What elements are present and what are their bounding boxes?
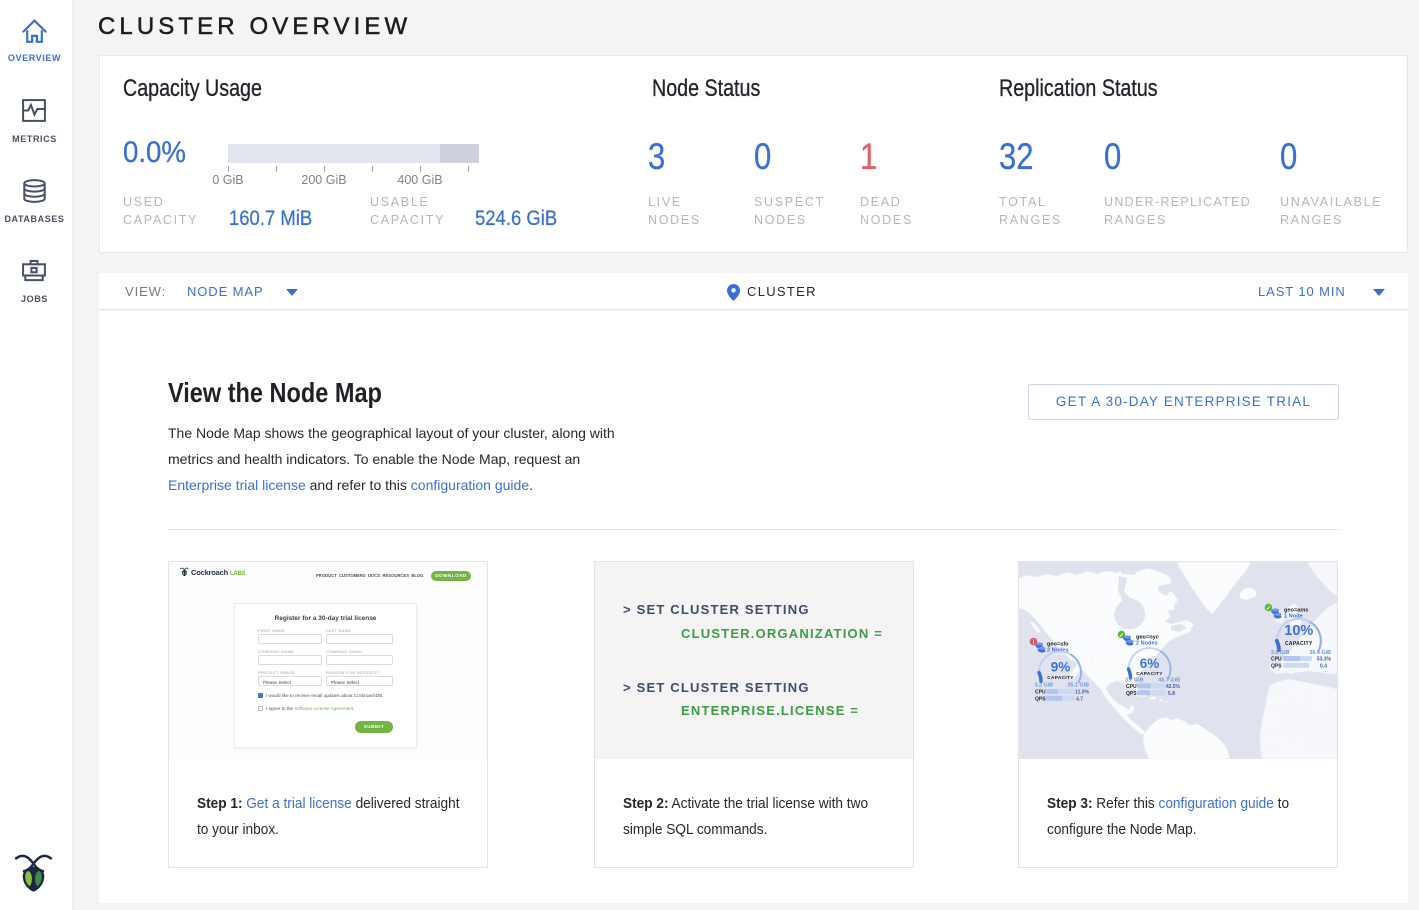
svg-text:10%: 10% [1284,623,1313,639]
svg-text:3.7 GiB: 3.7 GiB [1125,678,1144,684]
svg-text:0.4: 0.4 [1320,663,1327,669]
svg-text:CAPACITY: CAPACITY [1136,671,1163,677]
svg-text:6%: 6% [1140,656,1160,671]
svg-text:9%: 9% [1051,660,1071,675]
svg-text:45.7 GiB: 45.7 GiB [1158,678,1180,684]
svg-text:!: ! [1033,640,1035,646]
svg-text:42.5%: 42.5% [1166,684,1181,690]
svg-text:QPS: QPS [1126,691,1137,697]
svg-text:QPS: QPS [1035,696,1046,702]
svg-text:36.4 GiB: 36.4 GiB [1309,650,1331,656]
svg-text:11.0%: 11.0% [1075,690,1089,696]
svg-text:3.6 GiB: 3.6 GiB [1271,650,1290,656]
svg-text:CAPACITY: CAPACITY [1285,641,1313,647]
svg-text:CPU: CPU [1035,690,1046,696]
svg-text:4.7: 4.7 [1076,696,1083,702]
svg-text:35.1 GiB: 35.1 GiB [1067,683,1089,689]
svg-text:QPS: QPS [1271,663,1282,669]
svg-text:✓: ✓ [1266,606,1271,612]
svg-text:✓: ✓ [1119,633,1124,639]
svg-text:3.2 GiB: 3.2 GiB [1035,683,1054,689]
svg-text:CPU: CPU [1126,684,1137,690]
svg-text:CAPACITY: CAPACITY [1047,675,1074,681]
svg-text:2 Nodes: 2 Nodes [1136,641,1158,647]
svg-text:5.8: 5.8 [1168,691,1175,697]
svg-text:CPU: CPU [1271,657,1282,663]
svg-text:53.3%: 53.3% [1317,657,1332,663]
